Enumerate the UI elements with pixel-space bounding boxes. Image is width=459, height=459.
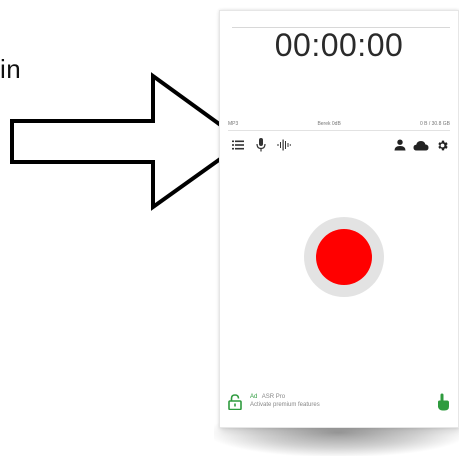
cloud-icon[interactable] bbox=[413, 137, 429, 153]
recorder-toolbar bbox=[230, 137, 450, 153]
waveform-icon[interactable] bbox=[276, 137, 292, 153]
list-icon[interactable] bbox=[230, 137, 246, 153]
gear-icon[interactable] bbox=[434, 137, 450, 153]
person-icon[interactable] bbox=[392, 137, 408, 153]
microphone-icon[interactable] bbox=[253, 137, 269, 153]
phone-screen: 00:00:00 MP3 Berek 0dB 0 B / 30.8 GB Ad … bbox=[219, 10, 459, 428]
ad-badge: Ad bbox=[250, 394, 258, 400]
record-button[interactable] bbox=[316, 229, 372, 285]
ad-title: ASR Pro bbox=[261, 394, 286, 400]
cropped-caption-word: in bbox=[0, 54, 22, 84]
toolbar-left-group bbox=[230, 137, 299, 153]
hand-pointer-icon[interactable] bbox=[436, 393, 450, 411]
record-button-ring bbox=[304, 217, 384, 297]
ad-text-block: Ad ASR Pro Activate premium features bbox=[250, 393, 320, 409]
recording-timer: 00:00:00 bbox=[274, 27, 404, 63]
gain-label[interactable]: Berek 0dB bbox=[317, 121, 340, 127]
lock-icon bbox=[228, 394, 242, 410]
info-divider bbox=[228, 130, 450, 131]
storage-label: 0 B / 30.8 GB bbox=[419, 121, 450, 127]
screenshot-stage: in 00:00:00 MP3 Berek 0dB 0 B / 30.8 GB bbox=[0, 0, 459, 459]
ad-subtitle: Activate premium features bbox=[250, 402, 320, 408]
ad-banner[interactable]: Ad ASR Pro Activate premium features bbox=[228, 391, 450, 417]
toolbar-right-group bbox=[387, 137, 450, 153]
recording-info-row: MP3 Berek 0dB 0 B / 30.8 GB bbox=[228, 119, 450, 129]
format-label[interactable]: MP3 bbox=[228, 121, 238, 127]
